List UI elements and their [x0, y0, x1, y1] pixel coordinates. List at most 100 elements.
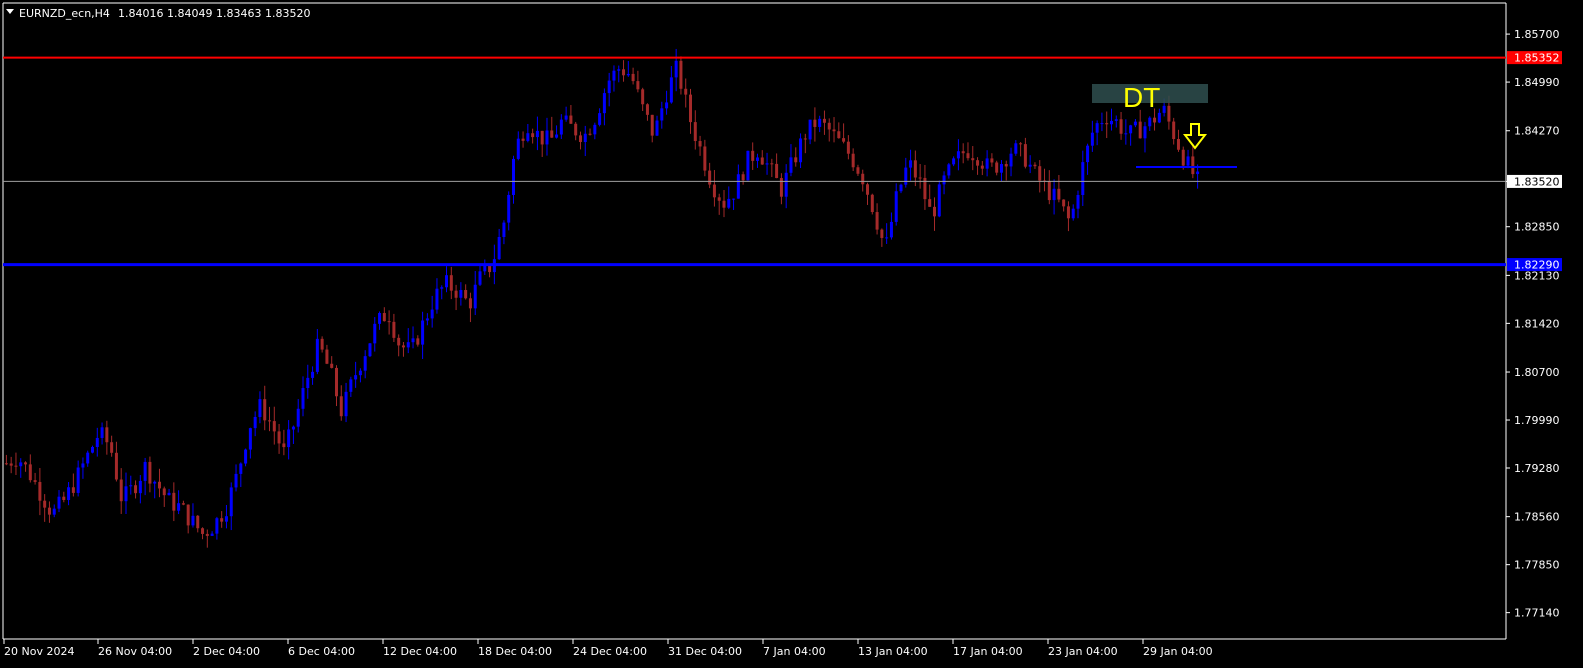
candle-body	[540, 130, 544, 145]
candle-body	[727, 198, 731, 208]
candle-body	[210, 533, 214, 536]
price-tick-label: 1.84990	[1514, 76, 1560, 89]
candle-body	[268, 420, 272, 422]
candle-body	[550, 130, 554, 138]
candle-body	[1172, 121, 1176, 140]
candle-body	[875, 212, 879, 230]
candle-body	[775, 163, 779, 179]
candle-body	[478, 271, 482, 285]
candle-body	[368, 343, 372, 357]
candle-body	[100, 427, 104, 438]
candle-body	[813, 119, 817, 127]
price-tick-label: 1.79280	[1514, 462, 1560, 475]
candle-body	[626, 73, 630, 76]
candle-body	[57, 496, 61, 509]
candle-body	[110, 442, 114, 453]
candle-body	[373, 323, 377, 344]
candle-body	[1023, 144, 1027, 167]
candle-body	[272, 421, 276, 432]
candle-body	[746, 150, 750, 181]
support-price-label: 1.82290	[1514, 259, 1560, 272]
candle-body	[86, 452, 90, 464]
candle-body	[1014, 143, 1018, 154]
price-tick-label: 1.77850	[1514, 559, 1560, 572]
candle-body	[330, 363, 334, 368]
candle-body	[1114, 119, 1118, 121]
chart-symbol: EURNZD_ecn,H4	[19, 7, 110, 20]
candle-body	[181, 503, 185, 505]
candle-body	[1167, 105, 1171, 122]
candle-body	[722, 200, 726, 208]
candle-body	[473, 284, 477, 309]
candle-body	[287, 429, 291, 448]
candle-body	[717, 197, 721, 201]
candle-body	[325, 349, 329, 364]
candle-body	[1191, 156, 1195, 175]
candle-body	[502, 222, 506, 237]
time-tick-label: 18 Dec 04:00	[478, 645, 552, 658]
candle-body	[990, 158, 994, 163]
time-tick-label: 6 Dec 04:00	[288, 645, 355, 658]
candle-body	[669, 77, 673, 103]
candle-body	[674, 60, 678, 78]
candle-body	[684, 88, 688, 95]
candle-body	[971, 158, 975, 161]
candle-body	[999, 164, 1003, 173]
candle-body	[81, 463, 85, 468]
candle-body	[157, 481, 161, 489]
candle-body	[880, 229, 884, 238]
candle-body	[511, 158, 515, 195]
candle-body	[1181, 149, 1185, 166]
candle-body	[617, 69, 621, 71]
time-tick-label: 17 Jan 04:00	[953, 645, 1023, 658]
candle-body	[205, 533, 209, 536]
candle-body	[889, 221, 893, 238]
candle-body	[291, 426, 295, 430]
candle-body	[531, 133, 535, 138]
candle-body	[679, 60, 683, 89]
candle-body	[153, 481, 157, 484]
candle-body	[827, 122, 831, 130]
candle-body	[349, 379, 353, 392]
candle-body	[105, 427, 109, 443]
candle-body	[770, 163, 774, 165]
candle-body	[363, 356, 367, 371]
candle-body	[191, 515, 195, 526]
candle-body	[401, 345, 405, 348]
candle-body	[258, 399, 262, 417]
candle-body	[932, 206, 936, 217]
candle-body	[521, 138, 525, 141]
candle-body	[143, 461, 147, 481]
candle-body	[344, 391, 348, 417]
candle-body	[899, 184, 903, 192]
candle-body	[1038, 166, 1042, 181]
chart-ohlc: 1.84016 1.84049 1.83463 1.83520	[118, 7, 310, 20]
candle-body	[62, 496, 66, 500]
candle-body	[535, 130, 539, 138]
candle-body	[445, 275, 449, 288]
candle-body	[1009, 153, 1013, 167]
candle-body	[555, 134, 559, 138]
candle-body	[799, 138, 803, 163]
candle-body	[602, 93, 606, 114]
candle-body	[1076, 195, 1080, 209]
candle-body	[961, 151, 965, 154]
price-chart[interactable]: EURNZD_ecn,H4 1.84016 1.84049 1.83463 1.…	[0, 0, 1583, 668]
candle-body	[95, 437, 99, 447]
candle-body	[1086, 145, 1090, 163]
candle-body	[985, 158, 989, 169]
time-tick-label: 13 Jan 04:00	[858, 645, 928, 658]
candle-body	[851, 153, 855, 168]
candle-body	[124, 486, 128, 502]
candle-body	[315, 338, 319, 372]
candle-body	[1196, 171, 1200, 175]
candle-body	[732, 198, 736, 200]
candle-body	[918, 177, 922, 179]
candle-body	[354, 375, 358, 380]
candle-body	[334, 367, 338, 397]
candle-body	[1066, 206, 1070, 219]
price-tick-label: 1.81420	[1514, 317, 1560, 330]
candle-body	[894, 191, 898, 222]
candle-body	[339, 396, 343, 417]
candle-body	[942, 175, 946, 185]
